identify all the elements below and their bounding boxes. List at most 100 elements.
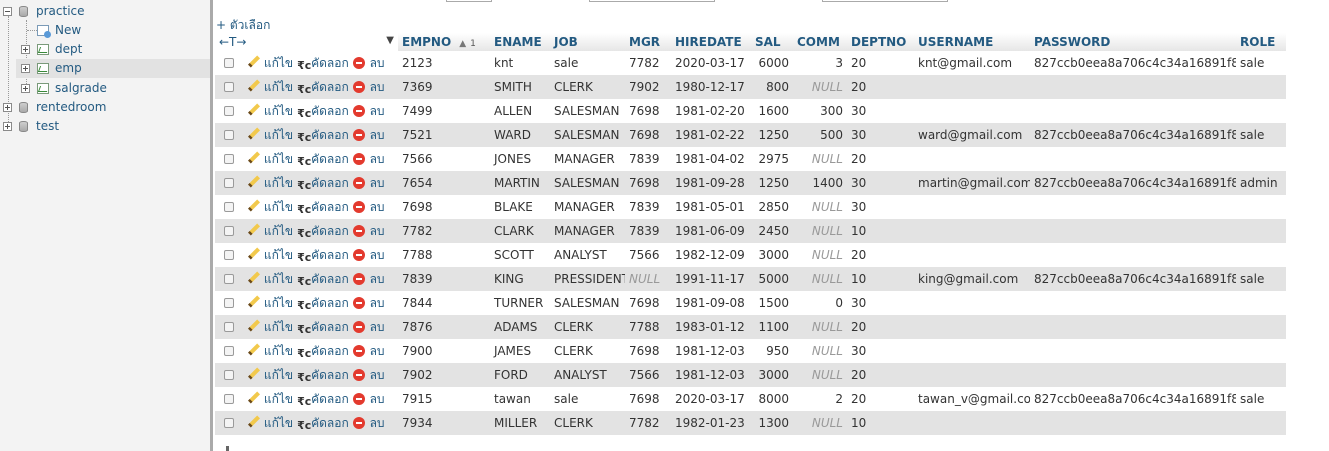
copy-button[interactable]: ₹cคัดลอก — [297, 150, 349, 169]
cell-hiredate[interactable]: 1982-01-23 — [671, 411, 751, 435]
row-checkbox[interactable] — [224, 178, 234, 188]
cell-password[interactable]: 827ccb0eea8a706c4c34a16891f84e7b — [1030, 267, 1236, 291]
cell-sal[interactable]: 1500 — [751, 291, 793, 315]
cell-hiredate[interactable]: 1981-09-08 — [671, 291, 751, 315]
cell-job[interactable]: SALESMAN — [550, 123, 625, 147]
cell-password[interactable] — [1030, 363, 1236, 387]
delete-button[interactable]: ลบ — [352, 270, 385, 289]
cell-empno[interactable]: 7934 — [398, 411, 490, 435]
cell-deptno[interactable]: 30 — [847, 339, 914, 363]
delete-button[interactable]: ลบ — [352, 174, 385, 193]
cell-job[interactable]: MANAGER — [550, 219, 625, 243]
cell-sal[interactable]: 950 — [751, 339, 793, 363]
cell-job[interactable]: PRESSIDENT — [550, 267, 625, 291]
column-header-username[interactable]: USERNAME — [914, 33, 1030, 52]
cell-role[interactable] — [1236, 315, 1286, 339]
cell-mgr[interactable]: 7839 — [625, 219, 671, 243]
delete-button[interactable]: ลบ — [352, 294, 385, 313]
cell-comm[interactable]: NULL — [793, 219, 847, 243]
cell-mgr[interactable]: 7566 — [625, 363, 671, 387]
row-checkbox[interactable] — [224, 82, 234, 92]
cell-role[interactable] — [1236, 147, 1286, 171]
cell-comm[interactable]: 0 — [793, 291, 847, 315]
table-row[interactable]: แก้ไข ₹cคัดลอก ลบ 7369 SMITH CLERK 7902 1980-1… — [215, 75, 1286, 99]
cell-deptno[interactable]: 30 — [847, 123, 914, 147]
column-header-sal[interactable]: SAL — [751, 33, 793, 52]
cell-role[interactable] — [1236, 195, 1286, 219]
delete-button[interactable]: ลบ — [352, 342, 385, 361]
cell-username[interactable] — [914, 363, 1030, 387]
cell-sal[interactable]: 800 — [751, 75, 793, 99]
cell-username[interactable] — [914, 99, 1030, 123]
row-checkbox[interactable] — [224, 226, 234, 236]
cell-username[interactable] — [914, 75, 1030, 99]
cell-job[interactable]: sale — [550, 51, 625, 75]
cell-empno[interactable]: 7566 — [398, 147, 490, 171]
cell-ename[interactable]: MARTIN — [490, 171, 550, 195]
cell-job[interactable]: SALESMAN — [550, 171, 625, 195]
cell-role[interactable]: sale — [1236, 51, 1286, 75]
delete-button[interactable]: ลบ — [352, 318, 385, 337]
cell-empno[interactable]: 7876 — [398, 315, 490, 339]
delete-button[interactable]: ลบ — [352, 222, 385, 241]
cell-hiredate[interactable]: 1981-02-22 — [671, 123, 751, 147]
column-header-job[interactable]: JOB — [550, 33, 625, 52]
cell-username[interactable] — [914, 219, 1030, 243]
cell-ename[interactable]: JAMES — [490, 339, 550, 363]
cell-sal[interactable]: 5000 — [751, 267, 793, 291]
cell-username[interactable]: king@gmail.com — [914, 267, 1030, 291]
row-checkbox[interactable] — [224, 298, 234, 308]
cell-ename[interactable]: MILLER — [490, 411, 550, 435]
cell-mgr[interactable]: 7782 — [625, 411, 671, 435]
row-checkbox[interactable] — [224, 322, 234, 332]
cell-deptno[interactable]: 20 — [847, 75, 914, 99]
cell-password[interactable] — [1030, 315, 1236, 339]
cell-password[interactable] — [1030, 99, 1236, 123]
table-row[interactable]: แก้ไข ₹cคัดลอก ลบ 7839 KING PRESSIDENT NULL 19… — [215, 267, 1286, 291]
cell-job[interactable]: sale — [550, 387, 625, 411]
top-control[interactable] — [822, 0, 948, 2]
cell-comm[interactable]: NULL — [793, 195, 847, 219]
cell-deptno[interactable]: 20 — [847, 243, 914, 267]
copy-button[interactable]: ₹cคัดลอก — [297, 390, 349, 409]
table-row[interactable]: แก้ไข ₹cคัดลอก ลบ 7934 MILLER CLERK 7782 1982-… — [215, 411, 1286, 435]
cell-deptno[interactable]: 30 — [847, 291, 914, 315]
column-header-comm[interactable]: COMM — [793, 33, 847, 52]
cell-hiredate[interactable]: 1982-12-09 — [671, 243, 751, 267]
table-row[interactable]: แก้ไข ₹cคัดลอก ลบ 7521 WARD SALESMAN 7698 1981… — [215, 123, 1286, 147]
delete-button[interactable]: ลบ — [352, 150, 385, 169]
row-checkbox[interactable] — [224, 202, 234, 212]
edit-button[interactable]: แก้ไข — [247, 174, 293, 193]
delete-button[interactable]: ลบ — [352, 198, 385, 217]
cell-job[interactable]: MANAGER — [550, 195, 625, 219]
edit-button[interactable]: แก้ไข — [247, 222, 293, 241]
cell-mgr[interactable]: 7698 — [625, 387, 671, 411]
cell-empno[interactable]: 7900 — [398, 339, 490, 363]
collapse-icon[interactable] — [3, 7, 12, 16]
tree-item-salgrade[interactable]: salgrade — [0, 79, 210, 98]
cell-sal[interactable]: 2975 — [751, 147, 793, 171]
cell-deptno[interactable]: 30 — [847, 171, 914, 195]
edit-button[interactable]: แก้ไข — [247, 390, 293, 409]
tree-item-emp[interactable]: emp — [16, 59, 210, 78]
cell-job[interactable]: CLERK — [550, 339, 625, 363]
cell-username[interactable] — [914, 411, 1030, 435]
cell-ename[interactable]: WARD — [490, 123, 550, 147]
cell-hiredate[interactable]: 1981-09-28 — [671, 171, 751, 195]
edit-button[interactable]: แก้ไข — [247, 102, 293, 121]
cell-mgr[interactable]: 7782 — [625, 51, 671, 75]
cell-password[interactable] — [1030, 195, 1236, 219]
copy-button[interactable]: ₹cคัดลอก — [297, 366, 349, 385]
cell-mgr[interactable]: 7839 — [625, 195, 671, 219]
cell-username[interactable] — [914, 339, 1030, 363]
cell-username[interactable] — [914, 195, 1030, 219]
delete-button[interactable]: ลบ — [352, 102, 385, 121]
cell-hiredate[interactable]: 1981-02-20 — [671, 99, 751, 123]
tree-item-rentedroom[interactable]: rentedroom — [0, 98, 210, 117]
table-row[interactable]: แก้ไข ₹cคัดลอก ลบ 2123 knt sale 7782 2020-03-1… — [215, 51, 1286, 75]
table-row[interactable]: แก้ไข ₹cคัดลอก ลบ 7698 BLAKE MANAGER 7839 1981… — [215, 195, 1286, 219]
cell-empno[interactable]: 7499 — [398, 99, 490, 123]
cell-deptno[interactable]: 20 — [847, 147, 914, 171]
cell-password[interactable] — [1030, 243, 1236, 267]
cell-username[interactable]: tawan_v@gmail.com — [914, 387, 1030, 411]
